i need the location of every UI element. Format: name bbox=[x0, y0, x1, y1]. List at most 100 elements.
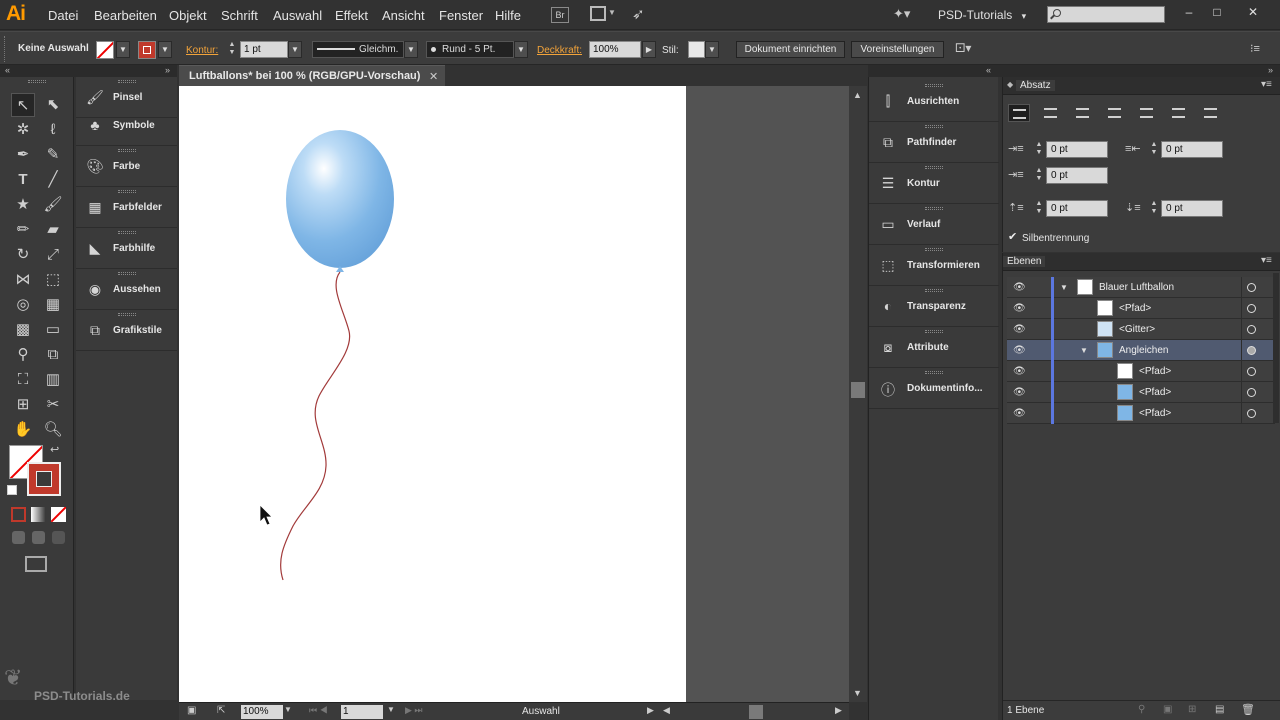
lasso-tool-icon[interactable]: ℓ bbox=[41, 118, 65, 142]
perspective-grid-tool-icon[interactable]: ▦ bbox=[41, 293, 65, 317]
eye-icon[interactable]: 👁︎ bbox=[1013, 387, 1026, 398]
shape-builder-tool-icon[interactable]: ◎ bbox=[11, 293, 35, 317]
layer-row[interactable]: 👁︎ <Pfad> bbox=[1007, 382, 1275, 403]
panel-kontur[interactable]: ☰ Kontur bbox=[869, 163, 999, 204]
artboard-number-field[interactable]: 1 bbox=[341, 705, 383, 719]
layer-row[interactable]: 👁︎ ▼ Blauer Luftballon bbox=[1007, 277, 1275, 298]
share-icon[interactable]: ⇱ bbox=[217, 705, 225, 716]
scroll-right-icon[interactable]: ▶ bbox=[835, 705, 842, 716]
menu-ansicht[interactable]: Ansicht bbox=[382, 8, 425, 23]
swap-fill-stroke-icon[interactable]: ↩ bbox=[50, 443, 59, 456]
panel-pathfinder[interactable]: ⧉ Pathfinder bbox=[869, 122, 999, 163]
balloon-string[interactable] bbox=[280, 271, 351, 581]
layer-name[interactable]: <Pfad> bbox=[1139, 387, 1171, 398]
menu-auswahl[interactable]: Auswahl bbox=[273, 8, 322, 23]
canvas-area[interactable] bbox=[179, 86, 849, 702]
vertical-scrollbar[interactable]: ▲ ▼ bbox=[849, 86, 867, 702]
panel-ausrichten[interactable]: ⫿ Ausrichten bbox=[869, 81, 999, 122]
zoom-field[interactable]: 100% bbox=[241, 705, 283, 719]
pen-tool-icon[interactable]: ✒ bbox=[11, 143, 35, 167]
justify-left-button[interactable] bbox=[1104, 104, 1126, 122]
gradient-tool-icon[interactable]: ▭ bbox=[41, 318, 65, 342]
layer-name[interactable]: <Gitter> bbox=[1119, 324, 1155, 335]
arrange-documents-icon[interactable] bbox=[590, 6, 606, 21]
draw-normal-icon[interactable] bbox=[12, 531, 25, 544]
status-menu-icon[interactable]: ▶ bbox=[647, 705, 654, 716]
maximize-button[interactable]: □ bbox=[1204, 2, 1230, 22]
document-tab[interactable]: Luftballons* bei 100 % (RGB/GPU-Vorschau… bbox=[179, 65, 445, 86]
layer-row[interactable]: 👁︎ <Pfad> bbox=[1007, 403, 1275, 424]
none-mode-icon[interactable] bbox=[51, 507, 66, 522]
workspace-switcher[interactable]: PSD-Tutorials ▾ bbox=[938, 8, 1026, 22]
layer-row[interactable]: 👁︎ <Gitter> bbox=[1007, 319, 1275, 340]
hyphenation-checkbox[interactable]: ✔ bbox=[1008, 232, 1018, 243]
kontur-dropdown[interactable]: ▼ bbox=[288, 41, 302, 58]
expand-triangle-icon[interactable]: ▼ bbox=[1060, 283, 1068, 292]
layer-name[interactable]: <Pfad> bbox=[1139, 366, 1171, 377]
fill-swatch-none[interactable] bbox=[96, 41, 114, 59]
scroll-down-icon[interactable]: ▼ bbox=[853, 688, 862, 698]
screen-mode-icon[interactable] bbox=[25, 556, 47, 572]
scroll-left-icon[interactable]: ◀ bbox=[663, 705, 670, 716]
align-right-button[interactable] bbox=[1072, 104, 1094, 122]
style-swatch[interactable] bbox=[688, 41, 705, 58]
align-center-button[interactable] bbox=[1040, 104, 1062, 122]
layer-row[interactable]: 👁︎ ▼ Angleichen bbox=[1007, 340, 1275, 361]
dokument-einrichten-button[interactable]: Dokument einrichten bbox=[736, 41, 845, 58]
space-before-field[interactable]: 0 pt bbox=[1046, 200, 1108, 217]
delete-layer-icon[interactable]: 🗑︎ bbox=[1241, 703, 1255, 716]
new-layer-icon[interactable]: ▤ bbox=[1215, 704, 1224, 715]
layer-name[interactable]: <Pfad> bbox=[1139, 408, 1171, 419]
target-circle-icon[interactable] bbox=[1247, 367, 1256, 376]
indent-right-spinner[interactable]: ▲ ▼ bbox=[1148, 141, 1160, 158]
menu-schrift[interactable]: Schrift bbox=[221, 8, 258, 23]
close-document-icon[interactable]: ✕ bbox=[429, 70, 438, 83]
direct-selection-tool-icon[interactable]: ⬉ bbox=[41, 93, 65, 117]
selection-tool-icon[interactable]: ↖ bbox=[11, 93, 35, 117]
stroke-profile-dropdown[interactable]: ▼ bbox=[404, 41, 418, 58]
panel-grafikstile[interactable]: ⧉ Grafikstile bbox=[76, 310, 177, 351]
stroke-dropdown[interactable]: ▼ bbox=[158, 41, 172, 58]
gradient-mode-icon[interactable] bbox=[31, 507, 46, 522]
rotate-tool-icon[interactable]: ↻ bbox=[11, 243, 35, 267]
magic-wand-tool-icon[interactable]: ✲ bbox=[11, 118, 35, 142]
panel-menu-icon[interactable]: ⁝≡ bbox=[1250, 42, 1260, 55]
collapse-left-icon[interactable]: « bbox=[5, 65, 10, 75]
ebenen-tab[interactable]: Ebenen bbox=[1003, 256, 1046, 267]
target-circle-icon[interactable] bbox=[1247, 346, 1256, 355]
sync-settings-icon[interactable]: ✦▾ bbox=[893, 6, 910, 22]
kontur-label[interactable]: Kontur: bbox=[186, 45, 218, 56]
indent-first-spinner[interactable]: ▲ ▼ bbox=[1033, 167, 1045, 184]
default-colors-icon[interactable] bbox=[7, 485, 17, 495]
balloon[interactable] bbox=[286, 130, 394, 268]
target-circle-icon[interactable] bbox=[1247, 388, 1256, 397]
minimize-button[interactable]: – bbox=[1176, 2, 1202, 22]
expand-middle-icon[interactable]: « bbox=[986, 65, 991, 75]
zoom-dropdown-icon[interactable]: ▼ bbox=[284, 705, 292, 714]
new-sublayer-icon[interactable]: ⊞ bbox=[1188, 704, 1196, 715]
menu-datei[interactable]: Datei bbox=[48, 8, 78, 23]
eye-icon[interactable]: 👁︎ bbox=[1013, 303, 1026, 314]
space-before-spinner[interactable]: ▲ ▼ bbox=[1033, 200, 1045, 217]
eye-icon[interactable]: 👁︎ bbox=[1013, 282, 1026, 293]
expand-triangle-icon[interactable]: ▼ bbox=[1080, 346, 1088, 355]
layer-row[interactable]: 👁︎ <Pfad> bbox=[1007, 361, 1275, 382]
menu-bearbeiten[interactable]: Bearbeiten bbox=[94, 8, 157, 23]
stroke-profile-select[interactable]: Gleichm. bbox=[312, 41, 404, 58]
scroll-up-icon[interactable]: ▲ bbox=[853, 90, 862, 100]
align-left-button[interactable] bbox=[1008, 104, 1030, 122]
layer-name[interactable]: Blauer Luftballon bbox=[1099, 282, 1174, 293]
layers-scrollbar[interactable] bbox=[1273, 273, 1279, 423]
line-tool-icon[interactable]: ╱ bbox=[41, 168, 65, 192]
collapse-panel-icon[interactable]: ◆ bbox=[1007, 80, 1013, 89]
blend-tool-icon[interactable]: ⧉ bbox=[41, 343, 65, 367]
justify-all-button[interactable] bbox=[1200, 104, 1222, 122]
zoom-tool-icon[interactable]: 🔍︎ bbox=[41, 418, 65, 442]
fill-dropdown[interactable]: ▼ bbox=[116, 41, 130, 58]
column-graph-tool-icon[interactable]: ▥ bbox=[41, 368, 65, 392]
bridge-icon[interactable]: Br bbox=[551, 7, 569, 23]
stroke-color-swatch[interactable] bbox=[27, 462, 61, 496]
artboard-tool-icon[interactable]: ⊞ bbox=[11, 393, 35, 417]
close-window-button[interactable]: ✕ bbox=[1240, 2, 1266, 22]
menu-effekt[interactable]: Effekt bbox=[335, 8, 368, 23]
